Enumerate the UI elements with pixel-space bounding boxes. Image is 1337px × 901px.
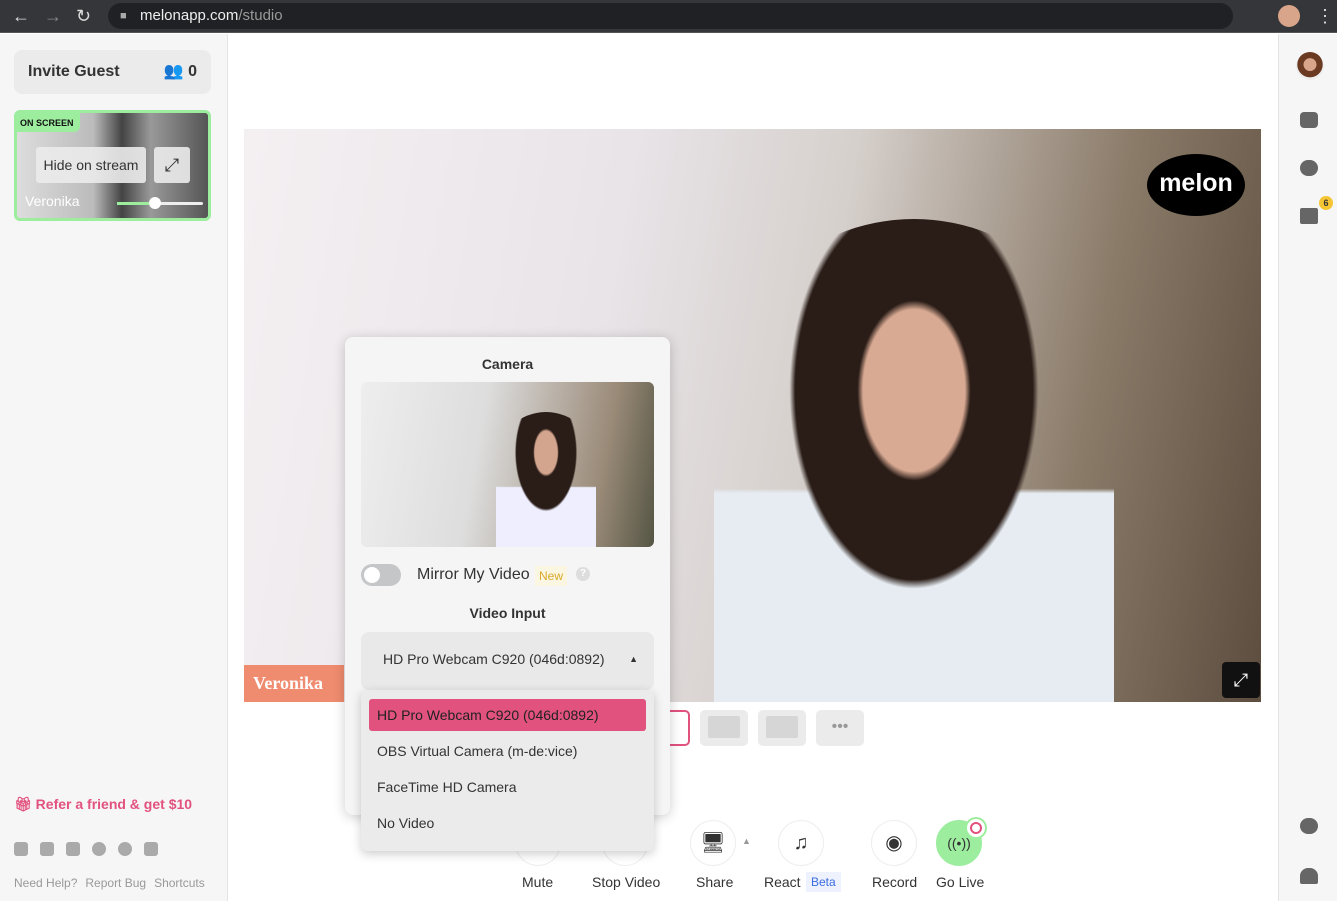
- name-banner: Veronika: [244, 665, 344, 702]
- react-label: React: [764, 874, 801, 890]
- slider-knob[interactable]: [149, 197, 161, 209]
- bell-icon[interactable]: [1300, 868, 1318, 884]
- left-sidebar: Invite Guest 👥 0 ON SCREEN Hide on stream…: [0, 34, 228, 901]
- invite-guest-button[interactable]: Invite Guest 👥 0: [14, 50, 211, 94]
- refer-label: Refer a friend & get $10: [35, 796, 193, 812]
- layout-option-2[interactable]: [700, 710, 748, 746]
- invite-label: Invite Guest: [28, 63, 120, 80]
- go-live-label: Go Live: [936, 874, 985, 890]
- social-links: [14, 842, 158, 856]
- layout-option-3[interactable]: [758, 710, 806, 746]
- live-indicator-icon: [965, 817, 987, 839]
- popup-title: Camera: [481, 356, 534, 372]
- option-facetime-camera[interactable]: FaceTime HD Camera: [369, 771, 646, 803]
- refer-link[interactable]: 🎁︎ Refer a friend & get $10: [14, 796, 192, 813]
- mirror-label: Mirror My Video: [417, 566, 530, 583]
- help-icon[interactable]: ?: [576, 567, 590, 581]
- melon-logo: melon: [1147, 154, 1245, 216]
- broadcast-icon: ((•)): [947, 835, 971, 851]
- facebook-icon[interactable]: [92, 842, 106, 856]
- video-input-dropdown: HD Pro Webcam C920 (046d:0892) OBS Virtu…: [361, 690, 654, 851]
- video-input-label: Video Input: [469, 605, 546, 621]
- guest-count: 0: [188, 63, 197, 80]
- mute-label: Mute: [522, 874, 554, 890]
- twitter-icon[interactable]: [14, 842, 28, 856]
- volume-slider[interactable]: [117, 197, 203, 209]
- caret-up-icon: ▲: [629, 654, 638, 664]
- shortcuts-link[interactable]: Shortcuts: [154, 876, 205, 890]
- menu-icon[interactable]: ⋮: [1316, 6, 1334, 27]
- brand-icon[interactable]: [1300, 112, 1318, 128]
- footer-links: Need Help? Report Bug Shortcuts: [14, 876, 205, 890]
- youtube-icon[interactable]: [40, 842, 54, 856]
- profile-avatar-icon[interactable]: [1278, 5, 1300, 27]
- selected-value: HD Pro Webcam C920 (046d:0892): [383, 651, 605, 667]
- option-obs-virtual-camera[interactable]: OBS Virtual Camera (m-de:vice): [369, 735, 646, 767]
- fullscreen-icon[interactable]: ⤢: [1222, 662, 1260, 698]
- guests-icon: 👥: [163, 63, 184, 80]
- reddit-icon[interactable]: [118, 842, 132, 856]
- lock-icon: ■: [120, 10, 127, 22]
- need-help-link[interactable]: Need Help?: [14, 876, 77, 890]
- url-host: melonapp.com: [140, 7, 239, 24]
- back-icon[interactable]: ←: [12, 6, 30, 27]
- calendar-icon[interactable]: [1300, 208, 1318, 224]
- hide-on-stream-button[interactable]: Hide on stream: [36, 147, 146, 183]
- on-screen-badge: ON SCREEN: [17, 113, 80, 132]
- monitor-icon: 🖥︎: [700, 832, 726, 854]
- beta-badge: Beta: [806, 872, 841, 892]
- address-bar[interactable]: ■ melonapp.com/studio: [108, 3, 1233, 29]
- participant-name: Veronika: [25, 193, 80, 209]
- share-button[interactable]: 🖥︎: [690, 820, 736, 866]
- gift-icon: 🎁︎: [14, 796, 32, 812]
- instagram-icon[interactable]: [66, 842, 80, 856]
- report-bug-link[interactable]: Report Bug: [85, 876, 146, 890]
- more-layouts-icon[interactable]: •••: [816, 710, 864, 746]
- video-input-select[interactable]: HD Pro Webcam C920 (046d:0892) ▲: [361, 632, 654, 690]
- right-rail: 6: [1278, 34, 1337, 901]
- settings-icon[interactable]: [1300, 818, 1318, 834]
- react-button[interactable]: ♫: [778, 820, 824, 866]
- share-caret-icon[interactable]: ▲: [742, 836, 751, 846]
- browser-toolbar: ← → ↻ ■ melonapp.com/studio ⋮: [0, 0, 1337, 33]
- record-label: Record: [872, 874, 918, 890]
- record-button[interactable]: ◉: [871, 820, 917, 866]
- calendar-badge: 6: [1319, 196, 1333, 210]
- option-hd-pro-webcam[interactable]: HD Pro Webcam C920 (046d:0892): [369, 699, 646, 731]
- music-note-icon: ♫: [793, 832, 809, 854]
- chat-icon[interactable]: [1300, 160, 1318, 176]
- share-label: Share: [696, 874, 734, 890]
- reload-icon[interactable]: ↻: [76, 6, 91, 27]
- option-no-video[interactable]: No Video: [369, 807, 646, 839]
- url-path: /studio: [238, 7, 283, 24]
- video-subject: [714, 219, 1114, 702]
- new-badge: New: [535, 566, 568, 586]
- record-icon: ◉: [885, 832, 903, 854]
- user-avatar[interactable]: [1296, 52, 1324, 80]
- participant-tile[interactable]: ON SCREEN Hide on stream ⤢ Veronika: [14, 110, 211, 221]
- camera-preview: [361, 382, 654, 547]
- stop-video-label: Stop Video: [592, 874, 661, 890]
- expand-icon[interactable]: ⤢: [154, 147, 190, 183]
- mirror-toggle[interactable]: [361, 564, 401, 586]
- forward-icon[interactable]: →: [44, 6, 62, 27]
- linkedin-icon[interactable]: [144, 842, 158, 856]
